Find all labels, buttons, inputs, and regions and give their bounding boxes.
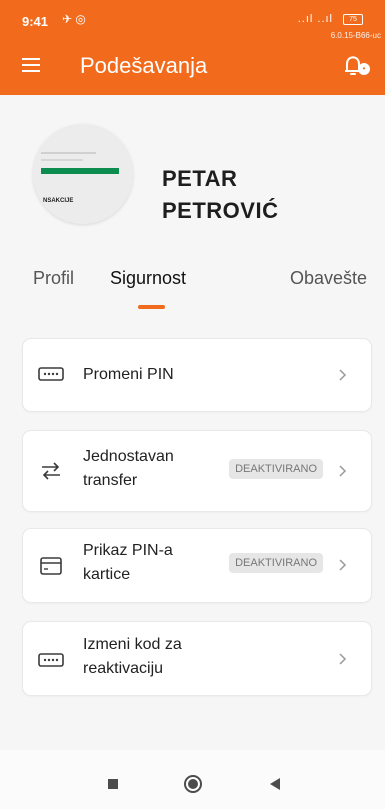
page-title: Podešavanja bbox=[80, 53, 208, 78]
setting-label: Jednostavan transfer bbox=[83, 448, 174, 489]
app-version: 6.0.15-B66-uc bbox=[330, 31, 381, 40]
setting-label: Promeni PIN bbox=[83, 366, 174, 383]
chevron-right-icon bbox=[339, 465, 347, 477]
chevron-right-icon bbox=[339, 653, 347, 665]
first-name: PETAR bbox=[162, 166, 238, 191]
signal-icon: ..ıl ..ıl bbox=[297, 13, 333, 25]
settings-tabs: Profil Sigurnost Obavešte bbox=[0, 268, 385, 308]
active-tab-indicator bbox=[138, 305, 165, 309]
tab-notifications[interactable]: Obavešte bbox=[290, 268, 367, 289]
status-badge: DEAKTIVIRANO bbox=[229, 459, 323, 479]
setting-reactivation-code[interactable]: Izmeni kod za reaktivaciju bbox=[22, 621, 372, 696]
setting-label: Prikaz PIN-a kartice bbox=[83, 542, 173, 583]
back-icon[interactable] bbox=[268, 777, 281, 791]
android-navigation-bar bbox=[0, 750, 385, 809]
profile-name: PETAR PETROVIĆ bbox=[162, 163, 278, 227]
avatar-text: NSAKCIJE bbox=[43, 198, 74, 204]
notification-badge: • bbox=[358, 63, 370, 75]
hamburger-menu-icon[interactable] bbox=[22, 58, 40, 72]
chevron-right-icon bbox=[339, 559, 347, 571]
recent-apps-icon[interactable] bbox=[107, 778, 119, 790]
tab-profile[interactable]: Profil bbox=[33, 268, 74, 289]
setting-simple-transfer[interactable]: Jednostavan transfer DEAKTIVIRANO bbox=[22, 430, 372, 512]
setting-label: Izmeni kod za reaktivaciju bbox=[83, 636, 182, 677]
status-bar: 9:41 ✈ ◎ ..ıl ..ıl 75 6.0.15-B66-uc bbox=[0, 0, 385, 40]
setting-change-pin[interactable]: Promeni PIN bbox=[22, 338, 372, 412]
last-name: PETROVIĆ bbox=[162, 198, 279, 223]
transfer-arrows-icon bbox=[42, 462, 60, 480]
chevron-right-icon bbox=[339, 369, 347, 381]
notification-icons: ✈ ◎ bbox=[62, 12, 86, 26]
keypad-icon bbox=[38, 653, 64, 667]
home-icon[interactable] bbox=[183, 774, 203, 794]
status-badge: DEAKTIVIRANO bbox=[229, 553, 323, 573]
battery-icon: 75 bbox=[343, 14, 363, 25]
card-icon bbox=[40, 557, 62, 575]
setting-card-pin-display[interactable]: Prikaz PIN-a kartice DEAKTIVIRANO bbox=[22, 528, 372, 603]
keypad-icon bbox=[38, 367, 64, 381]
status-time: 9:41 bbox=[22, 14, 49, 29]
tab-security[interactable]: Sigurnost bbox=[110, 268, 186, 289]
app-header: 9:41 ✈ ◎ ..ıl ..ıl 75 6.0.15-B66-uc Pode… bbox=[0, 0, 385, 95]
avatar[interactable]: NSAKCIJE bbox=[33, 124, 133, 224]
